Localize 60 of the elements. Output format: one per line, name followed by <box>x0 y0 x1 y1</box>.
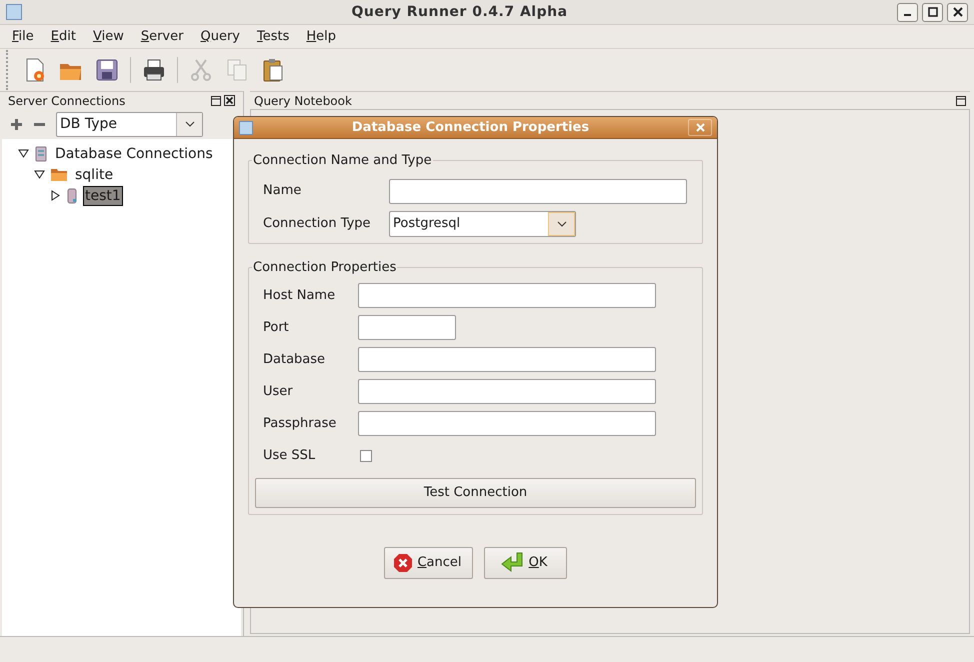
close-icon[interactable] <box>224 95 235 106</box>
app-logo-icon <box>6 4 22 20</box>
field-label: Name <box>263 182 302 200</box>
db-type-dropdown[interactable]: DB Type <box>56 112 203 136</box>
tree-item[interactable]: sqlite <box>73 166 116 184</box>
expanded-arrow-icon[interactable] <box>34 169 45 180</box>
minimize-icon <box>904 14 911 16</box>
stop-icon <box>393 552 414 572</box>
close-button[interactable] <box>947 2 968 22</box>
collapsed-arrow-icon[interactable] <box>50 190 61 201</box>
plus-icon[interactable] <box>10 118 23 130</box>
field-label: Connection Type <box>263 215 372 234</box>
ok-button[interactable]: OK <box>484 546 567 578</box>
menu-item[interactable]: Help <box>306 26 336 46</box>
cancel-button[interactable]: Cancel <box>384 546 473 578</box>
maximize-icon <box>928 7 938 17</box>
field-label: Port <box>263 318 290 337</box>
dialog-title: Database Connection Properties <box>350 118 590 137</box>
input-field[interactable] <box>358 283 656 308</box>
menu-item[interactable]: View <box>92 26 124 46</box>
window-title: Query Runner 0.4.7 Alpha <box>350 2 569 22</box>
close-icon <box>952 7 962 17</box>
menu-item[interactable]: File <box>12 26 34 46</box>
float-icon[interactable] <box>956 96 966 106</box>
group-title: Connection Properties <box>252 259 398 277</box>
field-label: Database <box>263 350 326 369</box>
folder-icon <box>51 168 67 181</box>
connection-type-dropdown[interactable]: Postgresql <box>389 211 576 237</box>
name-field[interactable] <box>389 178 687 204</box>
field-label: User <box>263 382 294 401</box>
caret-icon <box>184 121 194 127</box>
printer-icon[interactable] <box>141 57 167 83</box>
panel-title: Query Notebook <box>254 92 353 110</box>
app-logo-icon <box>239 120 253 134</box>
menu-item[interactable]: Query <box>200 26 240 46</box>
test-connection-button[interactable]: Test Connection <box>255 478 696 508</box>
field-label: Use SSL <box>263 446 316 465</box>
enter-arrow-icon <box>500 552 525 574</box>
minimize-button[interactable] <box>897 2 918 22</box>
server-icon <box>35 146 47 162</box>
tree-item[interactable]: Database Connections <box>53 144 215 162</box>
ssl-checkbox[interactable] <box>360 450 372 462</box>
input-field[interactable] <box>358 379 656 404</box>
caret-icon <box>556 221 566 227</box>
menu-item[interactable]: Server <box>140 26 184 46</box>
menu-item[interactable]: Edit <box>50 26 76 46</box>
expanded-arrow-icon[interactable] <box>18 148 29 159</box>
input-field[interactable] <box>358 315 456 340</box>
panel-title: Server Connections <box>8 92 126 110</box>
input-field[interactable] <box>358 347 656 372</box>
database-icon <box>67 188 77 204</box>
tree-item[interactable]: test1 <box>83 186 123 206</box>
maximize-button[interactable] <box>922 2 943 22</box>
field-label: Passphrase <box>263 414 338 433</box>
float-icon[interactable] <box>211 96 221 106</box>
field-label: Host Name <box>263 286 336 305</box>
close-icon <box>696 123 704 132</box>
menu-item[interactable]: Tests <box>257 26 290 46</box>
input-field[interactable] <box>358 411 656 436</box>
group-title: Connection Name and Type <box>252 152 433 170</box>
